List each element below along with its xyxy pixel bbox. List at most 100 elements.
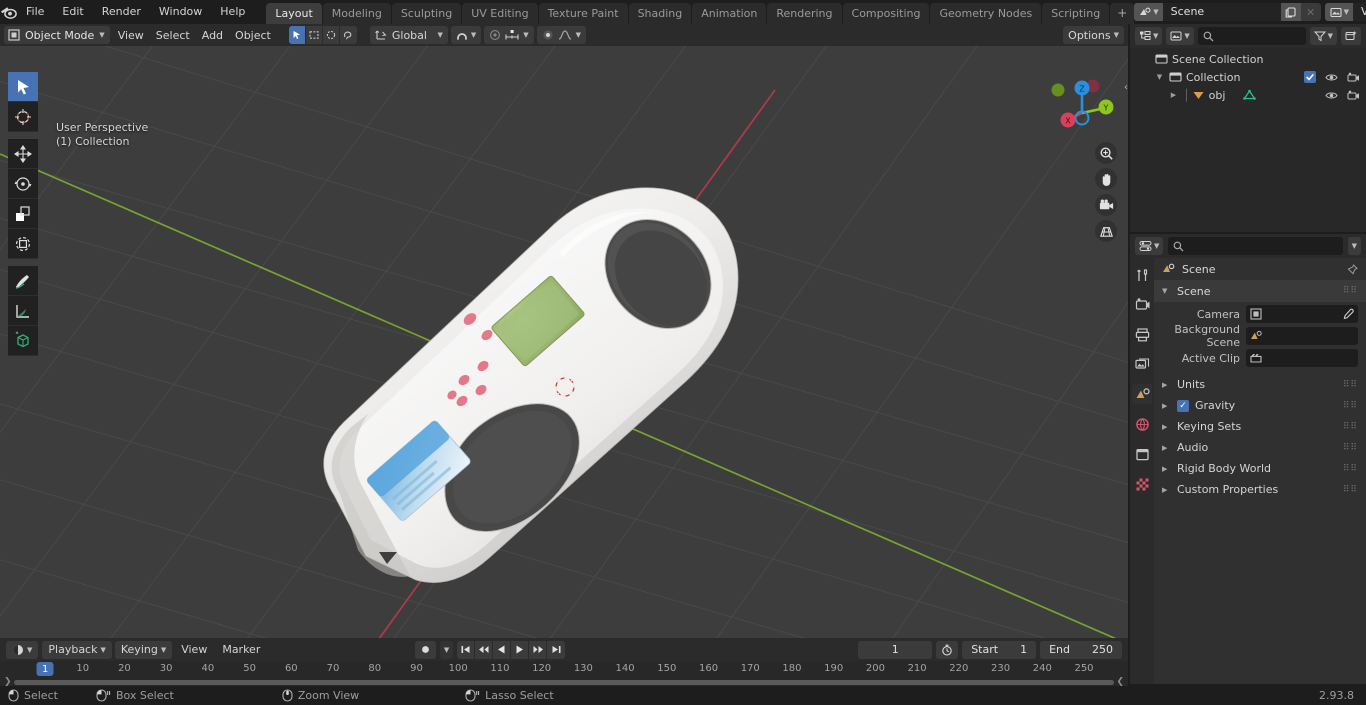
subpanel-audio[interactable]: ▶ Audio ⠿⠿ [1154,437,1366,458]
pin-icon[interactable] [1347,263,1358,275]
timeline-scroll-handle[interactable] [13,679,1115,685]
scene-selector[interactable]: ▼ Scene ✕ [1134,3,1321,21]
scale-tool[interactable] [8,199,38,229]
subpanel-rigid-body-world[interactable]: ▶ Rigid Body World ⠿⠿ [1154,458,1366,479]
timeline-scrollbar[interactable]: ❯ ❮ [0,677,1128,687]
unlink-scene-button[interactable]: ✕ [1300,3,1321,21]
properties-options-dropdown[interactable]: ▼ [1347,237,1361,255]
keying-options-dropdown[interactable]: ▼ [439,640,454,659]
tool-tab[interactable] [1132,264,1152,284]
new-collection-button[interactable] [1341,27,1361,45]
workspace-tab-layout[interactable]: Layout [266,3,322,24]
jump-end-icon[interactable] [547,640,566,659]
workspace-tab-animation[interactable]: Animation [692,3,767,24]
interaction-mode-dropdown[interactable]: Object Mode ▼ [4,26,110,44]
scene-tab[interactable] [1132,384,1152,404]
viewport-menu-add[interactable]: Add [196,26,229,44]
timeline-menu-marker[interactable]: Marker [216,641,266,659]
toggle-perspective-button[interactable] [1095,220,1117,242]
subpanel-units[interactable]: ▶ Units ⠿⠿ [1154,374,1366,395]
texture-tab[interactable] [1132,474,1152,494]
pan-view-button[interactable] [1095,168,1117,190]
outliner-filter-id-dropdown[interactable]: ▼ [1166,27,1194,45]
viewport-menu-select[interactable]: Select [150,26,195,44]
workspace-tab-geometry-nodes[interactable]: Geometry Nodes [930,3,1042,24]
workspace-tab-compositing[interactable]: Compositing [842,3,930,24]
view-layer-icon[interactable]: ▼ [1324,3,1354,21]
next-keyframe-icon[interactable] [529,640,548,659]
outliner-filter-dropdown[interactable]: ▼ [1309,27,1337,45]
select-mode-group[interactable] [288,26,357,44]
collection-enable-checkbox[interactable] [1304,71,1316,83]
menu-help[interactable]: Help [211,2,254,22]
workspace-tab-rendering[interactable]: Rendering [767,3,842,24]
timeline-menu-keying[interactable]: Keying ▼ [114,640,173,659]
viewport-menu-object[interactable]: Object [230,26,276,44]
menu-file[interactable]: File [17,2,53,22]
proportional-editing-group[interactable]: ▼ [536,26,587,44]
add-cube-tool[interactable] [8,326,38,356]
outliner-row-collection[interactable]: ▼ Collection [1130,68,1366,86]
lasso-select-icon[interactable] [339,26,357,44]
menu-render[interactable]: Render [93,2,150,22]
outliner-display-mode-dropdown[interactable]: ▼ [1135,27,1163,45]
3d-viewport[interactable]: User Perspective (1) Collection Z Y X ‹ [0,46,1128,638]
workspace-tab-modeling[interactable]: Modeling [322,3,391,24]
navigation-gizmo[interactable]: Z Y X [1046,72,1120,136]
viewlayer-selector[interactable]: ▼ View Layer ✕ [1324,3,1366,21]
tweak-tool[interactable] [8,72,38,102]
hide-in-viewport-toggle[interactable] [1325,90,1338,101]
add-workspace-button[interactable]: + [1110,3,1135,24]
outliner-search-input[interactable] [1197,27,1306,45]
menu-window[interactable]: Window [150,2,211,22]
workspace-tab-shading[interactable]: Shading [628,3,692,24]
mesh-data-icon[interactable] [1243,89,1257,101]
timeline-menu-view[interactable]: View [175,641,213,659]
scene-panel-header[interactable]: ▼ Scene ⠿⠿ [1154,280,1366,302]
workspace-tab-sculpting[interactable]: Sculpting [391,3,462,24]
rotate-tool[interactable] [8,169,38,199]
jump-start-icon[interactable] [457,640,476,659]
use-preview-range-button[interactable] [936,640,959,659]
sidebar-toggle-icon[interactable]: ‹ [1124,82,1128,93]
measure-tool[interactable] [8,296,38,326]
disable-in-render-toggle[interactable] [1347,72,1360,83]
box-select-icon[interactable] [305,26,323,44]
workspace-tab-scripting[interactable]: Scripting [1042,3,1110,24]
gravity-checkbox[interactable]: ✓ [1177,399,1189,412]
menu-edit[interactable]: Edit [53,2,92,22]
viewport-menu-view[interactable]: View [112,26,149,44]
disclosure-triangle[interactable]: ▶ [1168,91,1179,99]
outliner-row-scene-collection[interactable]: Scene Collection [1130,50,1366,68]
blender-logo-icon[interactable] [0,0,17,24]
disclosure-triangle[interactable]: ▼ [1154,73,1165,81]
circle-select-icon[interactable] [322,26,340,44]
snap-settings-group[interactable]: ▼ [484,26,534,44]
transform-orientation-dropdown[interactable]: Global ▼ [369,26,448,44]
current-frame-field[interactable]: 1 [858,640,933,659]
disable-in-render-toggle[interactable] [1347,90,1360,101]
play-reverse-icon[interactable] [493,640,512,659]
timeline-menu-playback[interactable]: Playback ▼ [42,640,112,659]
options-dropdown[interactable]: Options ▼ [1063,26,1124,44]
move-tool[interactable] [8,139,38,169]
hide-in-viewport-toggle[interactable] [1325,72,1338,83]
cursor-tool[interactable] [8,102,38,132]
subpanel-keying-sets[interactable]: ▶ Keying Sets ⠿⠿ [1154,416,1366,437]
prev-keyframe-icon[interactable] [475,640,494,659]
workspace-tab-texture-paint[interactable]: Texture Paint [538,3,628,24]
subpanel-custom-properties[interactable]: ▶ Custom Properties ⠿⠿ [1154,479,1366,500]
properties-editor-type-dropdown[interactable]: ▼ [1135,237,1164,255]
frame-start-field[interactable]: Start 1 [962,640,1037,659]
view-layer-tab[interactable] [1132,354,1152,374]
play-icon[interactable] [511,640,530,659]
property-field-background-scene[interactable] [1246,327,1358,345]
zoom-view-button[interactable] [1095,142,1117,164]
output-tab[interactable] [1132,324,1152,344]
viewlayer-name[interactable]: View Layer [1353,3,1366,21]
object-tab[interactable] [1132,444,1152,464]
frame-end-field[interactable]: End 250 [1040,640,1122,659]
scene-name[interactable]: Scene [1162,3,1281,21]
timeline-editor-type-dropdown[interactable]: ▼ [6,640,39,659]
property-field-active-clip[interactable] [1246,349,1358,367]
